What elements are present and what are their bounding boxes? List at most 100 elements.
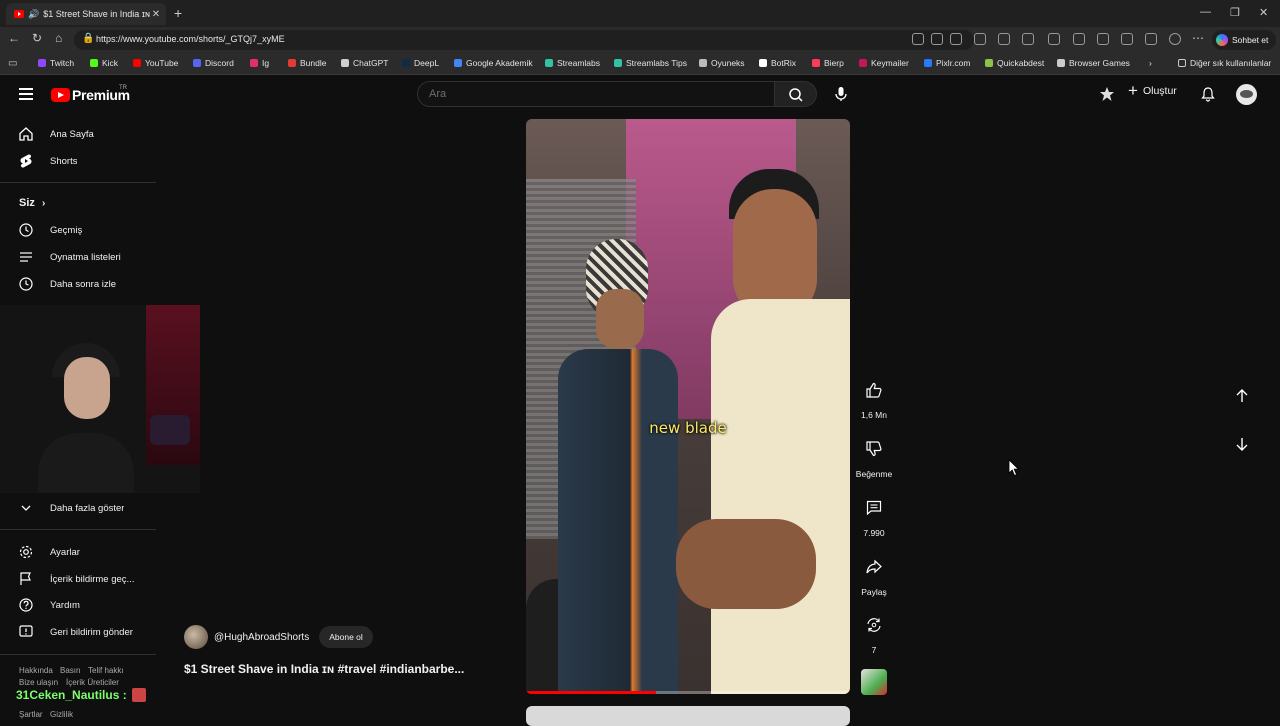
- new-tab-icon[interactable]: +: [174, 5, 182, 21]
- sidebar-item-feedback[interactable]: Geri bildirim gönder: [10, 619, 156, 645]
- more-options-icon[interactable]: ⋯: [1192, 31, 1204, 45]
- hamburger-menu-icon[interactable]: [19, 88, 33, 100]
- dislike-label: Beğenme: [855, 469, 893, 479]
- sound-thumbnail[interactable]: [861, 669, 887, 695]
- voice-search-button[interactable]: [828, 81, 854, 107]
- next-short-preview[interactable]: [526, 706, 850, 726]
- comments-button[interactable]: 7.990: [852, 490, 896, 538]
- bookmark-label: Twitch: [50, 58, 75, 68]
- remix-icon: [867, 618, 881, 632]
- profile-icon[interactable]: [1169, 33, 1181, 45]
- footer-link[interactable]: Bize ulaşın: [19, 678, 58, 687]
- bookmark-item[interactable]: Kick: [90, 58, 118, 68]
- shorts-video-player[interactable]: new blade: [526, 119, 850, 694]
- app-available-icon[interactable]: [912, 33, 924, 45]
- home-browser-icon[interactable]: ⌂: [55, 31, 62, 45]
- sidebar-item-history[interactable]: Geçmiş: [10, 217, 156, 243]
- bookmark-item[interactable]: ChatGPT: [341, 58, 388, 68]
- tracking-prevention-icon[interactable]: [931, 33, 943, 45]
- show-more-button[interactable]: Daha fazla göster: [10, 495, 156, 521]
- search-button[interactable]: [775, 81, 817, 107]
- close-tab-icon[interactable]: ✕: [150, 9, 162, 20]
- refresh-icon[interactable]: ↻: [32, 31, 42, 45]
- premium-badge-icon[interactable]: [1099, 86, 1115, 102]
- bookmark-item[interactable]: Quickabdest: [985, 58, 1044, 68]
- sidebar-item-help[interactable]: Yardım: [10, 592, 156, 618]
- bookmark-item[interactable]: Browser Games: [1057, 58, 1130, 68]
- video-caption: new blade: [649, 419, 727, 437]
- bookmark-item[interactable]: DeepL: [402, 58, 439, 68]
- search-input[interactable]: [429, 88, 759, 100]
- bookmark-item[interactable]: Keymailer: [859, 58, 909, 68]
- collections-bar-icon[interactable]: ▭: [8, 58, 17, 69]
- bookmark-item[interactable]: Oyuneks: [699, 58, 745, 68]
- bookmark-item[interactable]: Discord: [193, 58, 234, 68]
- footer-link[interactable]: İçerik Üreticiler: [66, 678, 119, 687]
- youtube-premium-logo[interactable]: Premium TR: [51, 85, 130, 104]
- restore-icon[interactable]: ❐: [1230, 6, 1240, 19]
- search-box: [417, 81, 775, 107]
- extension-icon[interactable]: [998, 33, 1010, 45]
- create-label: Oluştur: [1142, 85, 1177, 97]
- channel-avatar[interactable]: [184, 625, 208, 649]
- bookmark-item[interactable]: Streamlabs: [545, 58, 600, 68]
- footer-link[interactable]: Hakkında: [19, 666, 53, 675]
- share-button[interactable]: Paylaş: [852, 549, 896, 597]
- bookmark-item[interactable]: Bierp: [812, 58, 844, 68]
- bookmark-item[interactable]: Google Akademik: [454, 58, 533, 68]
- footer-link[interactable]: Gizlilik: [50, 710, 73, 719]
- browser-tab[interactable]: 🔊 $1 Street Shave in India ɪɴ #tr ✕: [6, 3, 166, 25]
- sidebar-item-playlists[interactable]: Oynatma listeleri: [10, 244, 156, 270]
- like-button[interactable]: 1,6 Mn: [852, 372, 896, 420]
- bookmark-item[interactable]: YouTube: [133, 58, 178, 68]
- bookmark-item[interactable]: Pixlr.com: [924, 58, 970, 68]
- create-button[interactable]: + Oluştur: [1128, 82, 1177, 99]
- video-title[interactable]: $1 Street Shave in India ɪɴ #travel #ind…: [184, 662, 464, 676]
- back-icon[interactable]: ←: [8, 31, 20, 45]
- account-avatar[interactable]: [1236, 84, 1257, 105]
- sidebar-item-settings[interactable]: Ayarlar: [10, 539, 156, 565]
- gamepad-icon[interactable]: [974, 33, 986, 45]
- bookmark-favicon-icon: [288, 59, 296, 67]
- sidebar-item-home[interactable]: Ana Sayfa: [10, 121, 156, 147]
- footer-link[interactable]: Telif hakkı: [88, 666, 124, 675]
- sidebar-item-shorts[interactable]: Shorts: [10, 148, 156, 174]
- bookmarks-more-icon[interactable]: ›: [1149, 58, 1152, 68]
- chat-emote-icon: [131, 688, 146, 702]
- youtube-favicon-icon: [14, 10, 24, 18]
- bookmark-item[interactable]: Streamlabs Tips: [614, 58, 687, 68]
- collections-icon[interactable]: [1097, 33, 1109, 45]
- split-screen-icon[interactable]: [1048, 33, 1060, 45]
- bookmark-item[interactable]: Twitch: [38, 58, 74, 68]
- favorites-icon[interactable]: [1073, 33, 1085, 45]
- download-icon[interactable]: [1121, 33, 1133, 45]
- speaker-icon[interactable]: 🔊: [28, 9, 39, 20]
- puzzle-icon[interactable]: [1022, 33, 1034, 45]
- sidebar-item-report[interactable]: İçerik bildirme geç...: [10, 566, 156, 592]
- sidebar-item-watch-later[interactable]: Daha sonra izle: [10, 271, 156, 297]
- dislike-button[interactable]: Beğenme: [852, 431, 896, 479]
- chat-username: 31Ceken_Nautilus :: [16, 688, 127, 702]
- favorite-star-icon[interactable]: [950, 33, 962, 45]
- copilot-button[interactable]: Sohbet et: [1212, 30, 1276, 50]
- help-icon: [19, 598, 33, 612]
- previous-short-button[interactable]: [1228, 382, 1256, 410]
- you-section-heading[interactable]: Siz ›: [19, 197, 45, 209]
- close-window-icon[interactable]: ✕: [1259, 6, 1268, 19]
- bookmark-item[interactable]: Ig: [250, 58, 269, 68]
- bookmark-item[interactable]: BotRix: [759, 58, 796, 68]
- notifications-bell-icon[interactable]: [1200, 86, 1216, 102]
- subscribe-button[interactable]: Abone ol: [319, 626, 373, 648]
- address-bar[interactable]: 🔒 https://www.youtube.com/shorts/_GTQj7_…: [74, 30, 974, 50]
- footer-link[interactable]: Basın: [60, 666, 80, 675]
- video-progress-bar[interactable]: [526, 691, 850, 694]
- bookmark-favicon-icon: [859, 59, 867, 67]
- send-icon[interactable]: [1145, 33, 1157, 45]
- channel-name[interactable]: @HughAbroadShorts: [214, 632, 309, 643]
- remix-button[interactable]: 7: [852, 607, 896, 655]
- footer-link[interactable]: Şartlar: [19, 710, 43, 719]
- other-bookmarks[interactable]: Diğer sık kullanılanlar: [1178, 58, 1271, 68]
- minimize-icon[interactable]: —: [1200, 6, 1211, 18]
- bookmark-item[interactable]: Bundle: [288, 58, 326, 68]
- next-short-button[interactable]: [1228, 430, 1256, 458]
